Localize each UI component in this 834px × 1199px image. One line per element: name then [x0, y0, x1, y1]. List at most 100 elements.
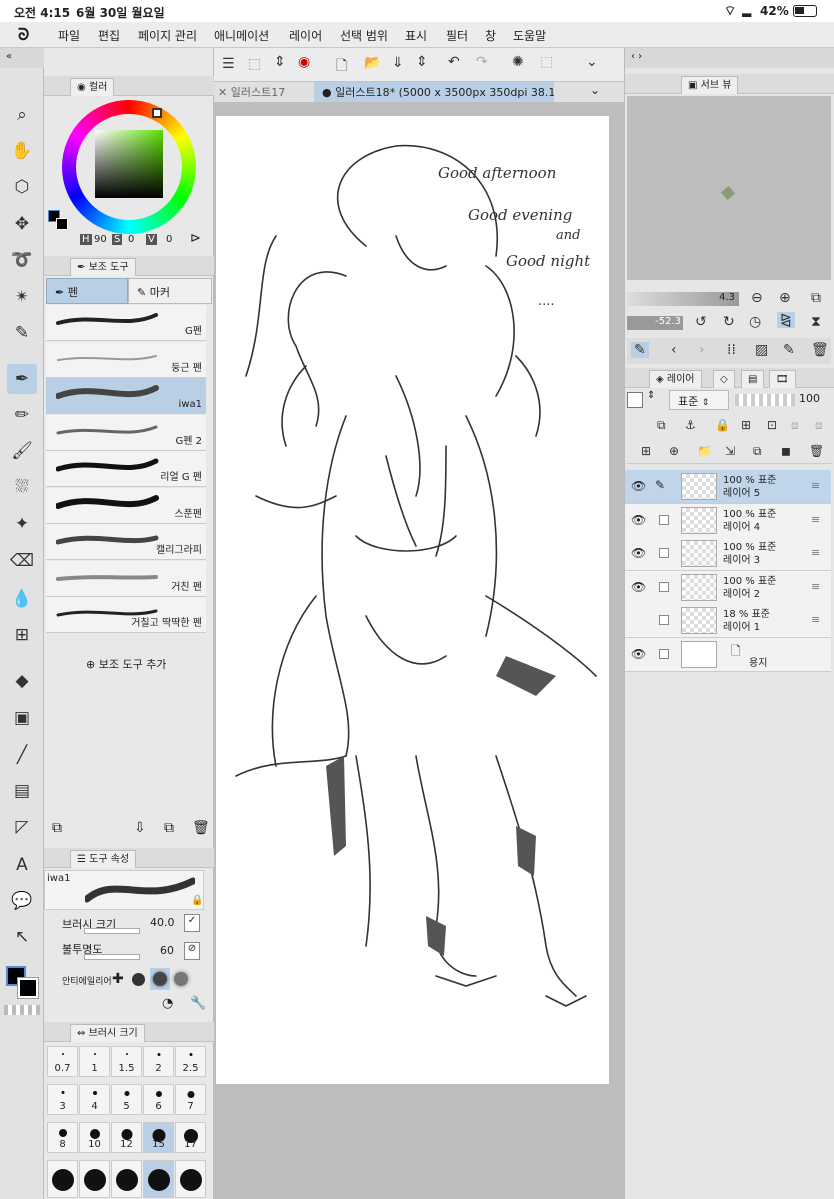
brush-size-cell[interactable]: 1: [79, 1046, 110, 1077]
text-tool-icon[interactable]: A: [7, 850, 37, 880]
menu-filter[interactable]: 필터: [446, 27, 468, 44]
brush-size-cell[interactable]: 4: [79, 1084, 110, 1115]
auto-select-icon[interactable]: ✴: [7, 282, 37, 312]
wrench-icon[interactable]: 🔧: [190, 996, 206, 1011]
hue-marker[interactable]: [152, 108, 162, 118]
antialias-options[interactable]: ✚: [112, 968, 202, 992]
brush-size-cell[interactable]: [175, 1160, 206, 1198]
brush-size-cell[interactable]: 8: [47, 1122, 78, 1153]
aa-none-icon[interactable]: ✚: [112, 971, 124, 987]
balloon-tool-icon[interactable]: 💬: [7, 886, 37, 916]
frame-tool-icon[interactable]: ▤: [7, 776, 37, 806]
3d-object-icon[interactable]: ⬡: [7, 172, 37, 202]
menu-view[interactable]: 표시: [405, 27, 427, 44]
paper-eye-icon[interactable]: 👁: [631, 647, 646, 661]
close-icon[interactable]: ✕: [218, 86, 227, 99]
layer-opacity-slider[interactable]: [735, 394, 795, 406]
new-folder-icon[interactable]: 📁: [697, 444, 712, 458]
opacity-slider[interactable]: [84, 954, 140, 960]
import-icon[interactable]: ⇩: [134, 820, 146, 836]
fill-tool-icon[interactable]: ◆: [7, 666, 37, 696]
tab-subview[interactable]: ▣ 서브 뷰: [681, 76, 739, 94]
hand-tool-icon[interactable]: ✋: [7, 136, 37, 166]
size-value[interactable]: 40.0: [150, 916, 175, 929]
lock-layer-icon[interactable]: 🔒: [715, 418, 730, 432]
cloud-sync-icon[interactable]: ◉: [298, 54, 310, 70]
brush-size-cell[interactable]: 12: [111, 1122, 142, 1153]
opacity-value[interactable]: 60: [160, 944, 174, 957]
brush-item[interactable]: G펜 2: [46, 414, 206, 451]
blend-tool-icon[interactable]: 💧: [7, 584, 37, 614]
drag-handle-icon[interactable]: ≡: [811, 580, 820, 593]
eraser-icon[interactable]: ⌫: [7, 546, 37, 576]
brush-size-cell[interactable]: 2: [143, 1046, 174, 1077]
hamburger-menu-icon[interactable]: ☰: [222, 56, 235, 72]
airbrush-icon[interactable]: ⛆: [7, 472, 37, 502]
menu-animation[interactable]: 애니메이션: [214, 27, 269, 44]
image-icon[interactable]: ▨: [755, 342, 768, 358]
brush-size-cell[interactable]: 6: [143, 1084, 174, 1115]
eye-icon[interactable]: 👁: [631, 580, 646, 594]
layer-checkbox[interactable]: [659, 581, 669, 592]
blend-mode-select[interactable]: 표준 ⇕: [669, 390, 729, 410]
clip-icon[interactable]: ⧉: [657, 418, 666, 433]
hue-ring[interactable]: [62, 100, 196, 234]
gradient-icon[interactable]: ▣: [7, 703, 37, 733]
menu-page[interactable]: 페이지 관리: [138, 27, 197, 44]
subtool-settings-icon[interactable]: ⧉: [52, 820, 62, 836]
flip-vertical-icon[interactable]: ⧗: [811, 314, 821, 330]
brush-size-cell[interactable]: [79, 1160, 110, 1198]
brush-tool-icon[interactable]: 🖌: [7, 436, 37, 466]
selection-clear-icon[interactable]: ⬚: [540, 54, 553, 70]
trash-icon[interactable]: 🗑: [192, 820, 210, 836]
tab-color[interactable]: ◉ 컬러: [70, 78, 115, 96]
layer-row[interactable]: 👁 100 % 표준 레이어 2 ≡: [625, 570, 831, 605]
collapse-left-icon[interactable]: «: [0, 48, 44, 68]
new-vector-layer-icon[interactable]: ⊕: [669, 444, 679, 458]
menu-selection[interactable]: 선택 범위: [340, 27, 388, 44]
loading-icon[interactable]: ✺: [512, 54, 524, 70]
pencil-edit-icon[interactable]: ✎: [655, 478, 665, 492]
brush-size-cell[interactable]: 1.5: [111, 1046, 142, 1077]
layer-row[interactable]: 👁 ✎ 100 % 표준 레이어 5 ≡: [625, 470, 831, 504]
reference-icon[interactable]: ⚓: [685, 418, 696, 432]
merge-down-icon[interactable]: ⧉: [753, 444, 762, 459]
new-file-icon[interactable]: 🗋: [336, 55, 347, 79]
aa-weak-icon[interactable]: [132, 973, 145, 986]
menu-edit[interactable]: 편집: [98, 27, 120, 44]
collapse-right-icon[interactable]: ‹ ›: [625, 48, 834, 68]
drag-handle-icon[interactable]: ≡: [811, 546, 820, 559]
eye-icon[interactable]: 👁: [631, 546, 646, 560]
brush-size-cell[interactable]: 17: [175, 1122, 206, 1153]
tab-illust17[interactable]: ✕ 일러스트17: [218, 84, 285, 100]
layer-checkbox[interactable]: [659, 615, 669, 626]
move-tool-icon[interactable]: ✥: [7, 209, 37, 239]
mask-enable-icon[interactable]: ⊡: [767, 418, 777, 432]
prev-icon[interactable]: ‹: [671, 342, 677, 358]
delete-layer-icon[interactable]: 🗑: [809, 444, 824, 458]
add-subtool-button[interactable]: ⊕ 보조 도구 추가: [86, 656, 166, 672]
save-icon[interactable]: ⇓: [392, 55, 404, 71]
undo-icon[interactable]: ↶: [448, 54, 460, 70]
ruler-range-icon[interactable]: ⧈: [791, 418, 799, 433]
brush-item[interactable]: 둥근 펜: [46, 341, 206, 378]
subtool-tab-pen[interactable]: ✒ 펜: [46, 278, 128, 304]
brush-item[interactable]: 스푼펜: [46, 487, 206, 524]
new-raster-layer-icon[interactable]: ⊞: [641, 444, 651, 458]
tab-layer[interactable]: ◈ 레이어: [649, 370, 702, 388]
saturation-value-square[interactable]: [95, 130, 163, 198]
tab-animation[interactable]: 🎞: [769, 370, 796, 388]
aa-medium-icon[interactable]: [150, 968, 170, 990]
eye-icon[interactable]: 👁: [631, 513, 646, 527]
decoration-icon[interactable]: ✦: [7, 509, 37, 539]
brush-item[interactable]: 거칠고 딱딱한 펜: [46, 597, 206, 633]
tabs-chevron-icon[interactable]: ⌄: [590, 83, 600, 97]
open-folder-icon[interactable]: 📂: [364, 55, 381, 71]
tab-illust18[interactable]: ● 일러스트18* (5000 x 3500px 350dpi 38.1%): [314, 82, 554, 102]
brush-item[interactable]: 거친 펜: [46, 560, 206, 597]
brush-item[interactable]: iwa1: [46, 378, 206, 414]
next-icon[interactable]: ›: [699, 342, 705, 358]
eyedropper-mini-icon[interactable]: ✎: [631, 342, 649, 358]
drag-handle-icon[interactable]: ≡: [811, 613, 820, 626]
tab-layer-property[interactable]: ◇: [713, 370, 735, 388]
